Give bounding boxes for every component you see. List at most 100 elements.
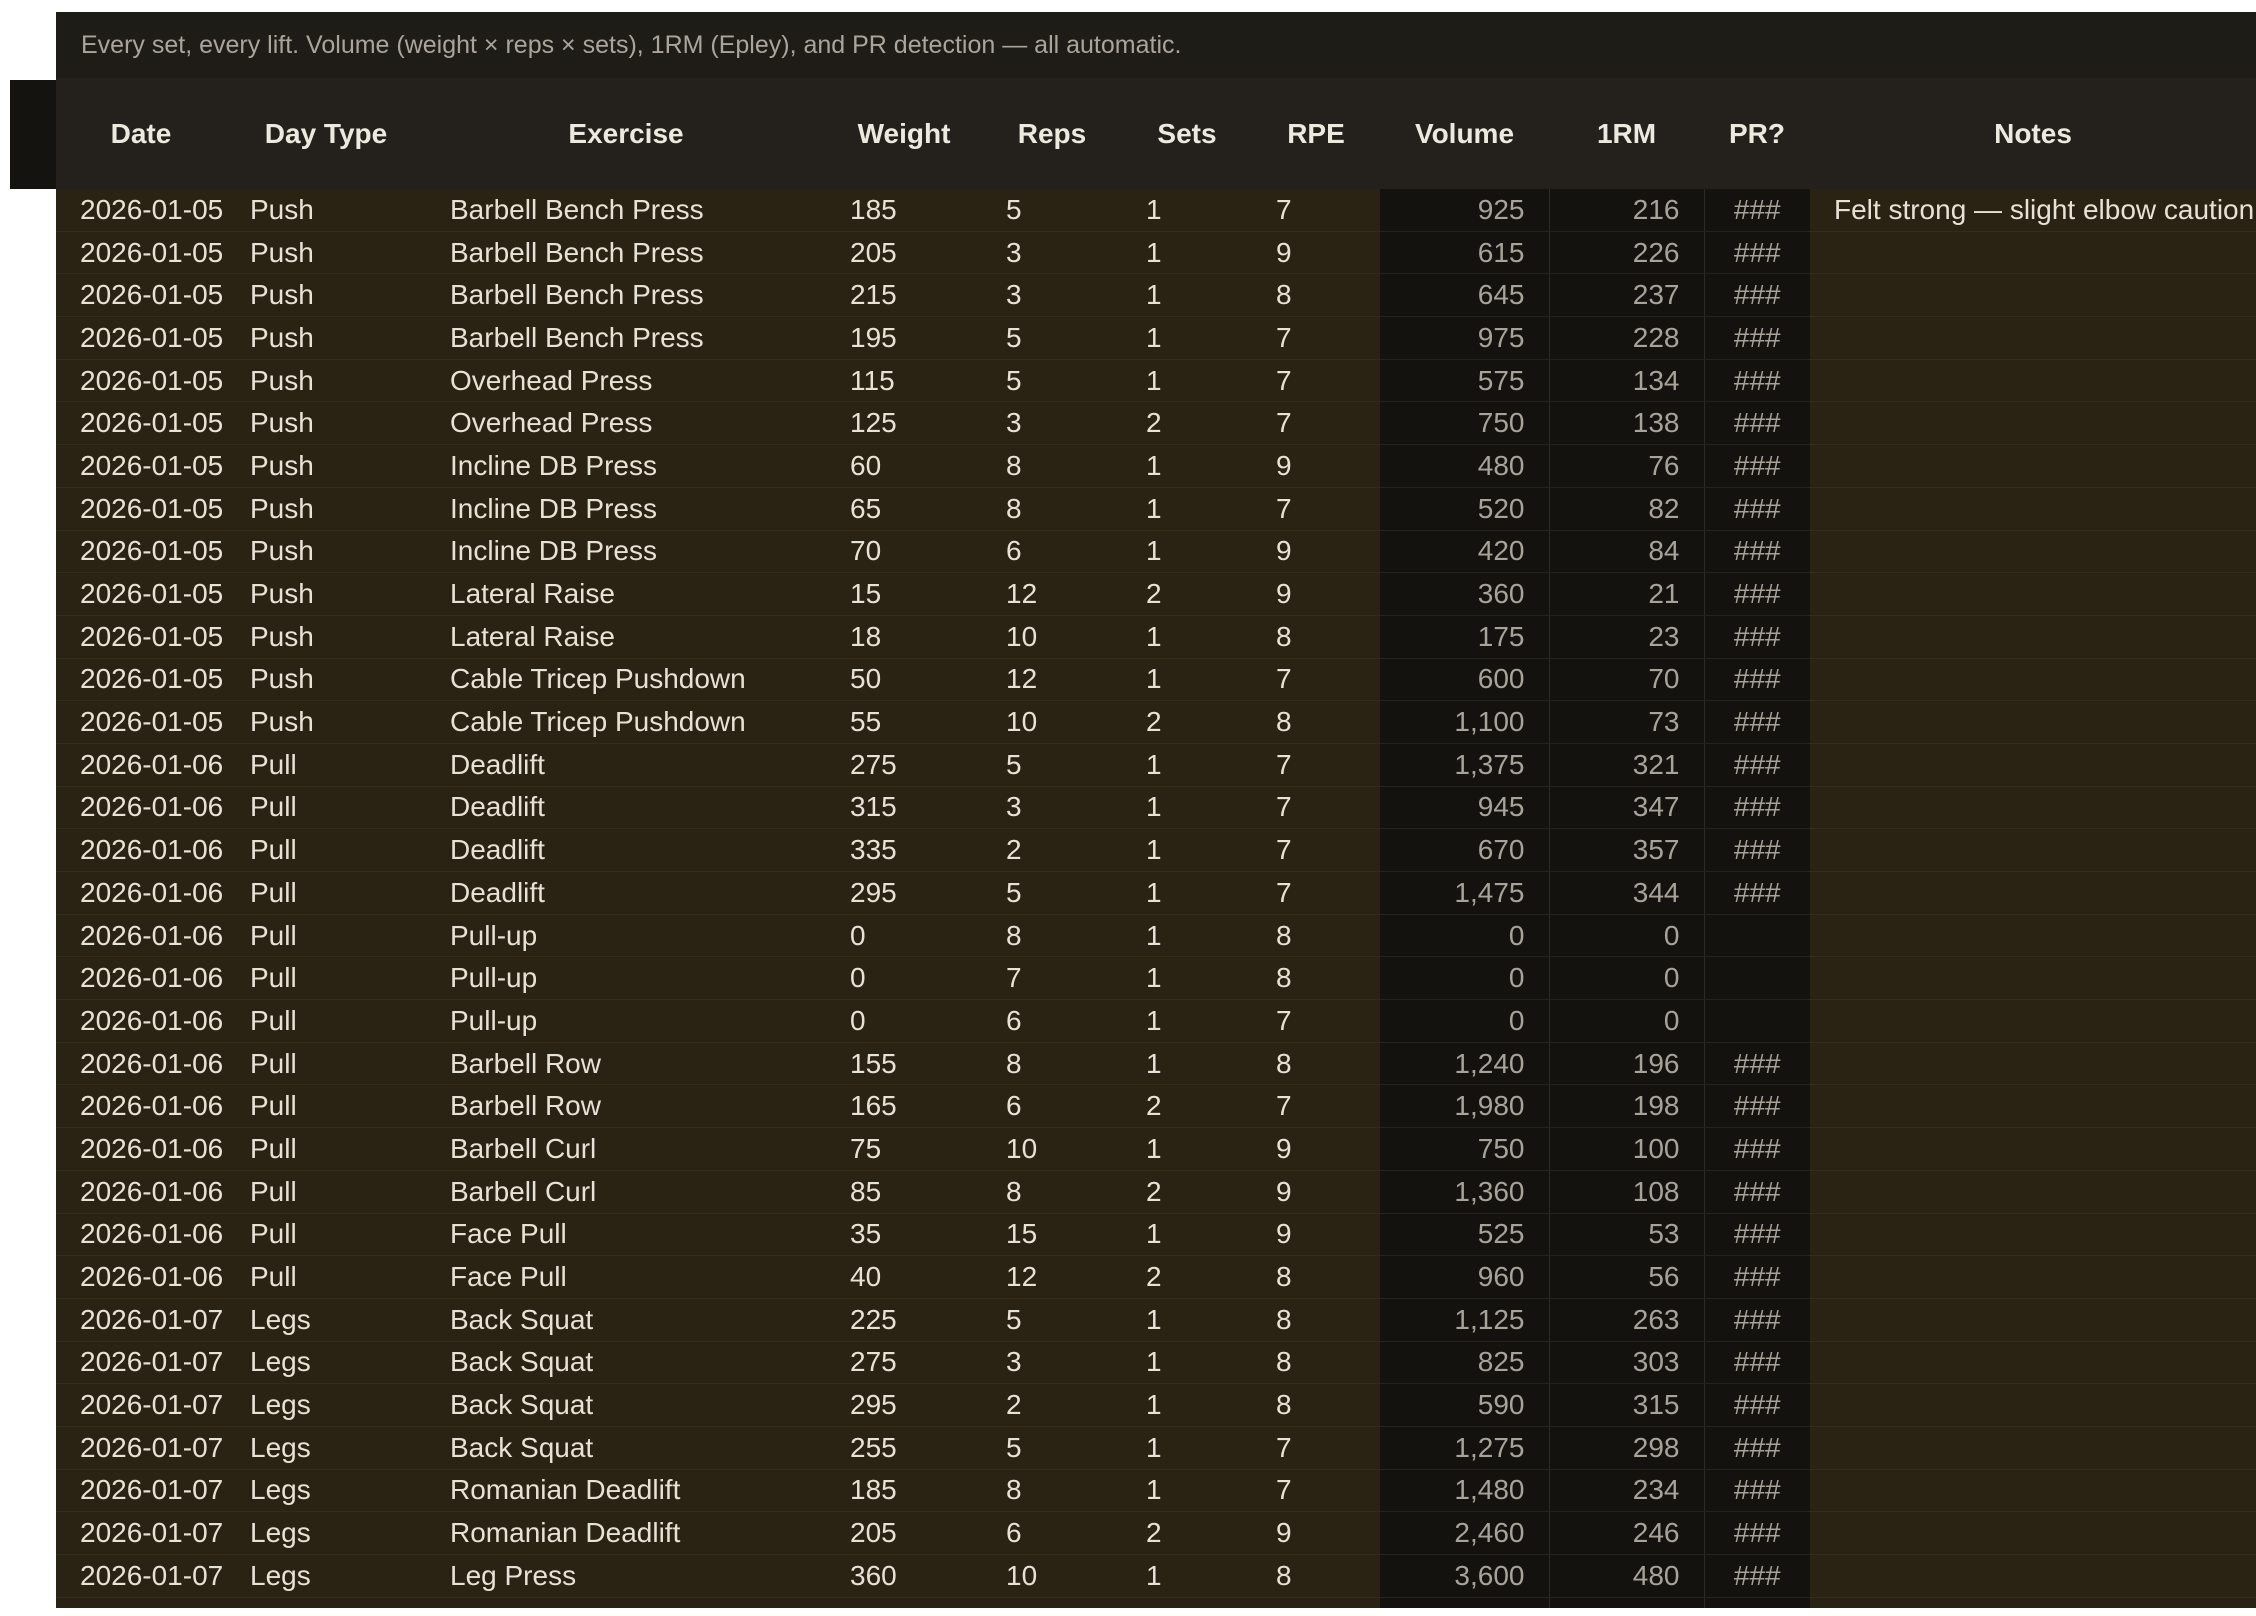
notes-cell[interactable] <box>1810 1255 2256 1299</box>
rpe-cell[interactable]: 9 <box>1252 231 1380 275</box>
day-type-cell[interactable]: Push <box>226 401 426 446</box>
sets-cell[interactable]: 2 <box>1122 1597 1252 1608</box>
reps-cell[interactable]: 5 <box>982 1426 1122 1470</box>
rpe-cell[interactable]: 8 <box>1252 1597 1380 1608</box>
notes-cell[interactable] <box>1810 1213 2256 1257</box>
rpe-cell[interactable]: 8 <box>1252 1341 1380 1385</box>
rpe-cell[interactable]: 8 <box>1252 1554 1380 1598</box>
reps-cell[interactable]: 3 <box>982 786 1122 830</box>
sets-cell[interactable]: 1 <box>1122 1554 1252 1598</box>
rpe-cell[interactable]: 9 <box>1252 444 1380 488</box>
one-rm-cell[interactable]: 216 <box>1549 189 1705 232</box>
rpe-cell[interactable]: 7 <box>1252 786 1380 830</box>
weight-cell[interactable]: 215 <box>826 273 982 318</box>
volume-cell[interactable]: 975 <box>1380 316 1550 360</box>
exercise-cell[interactable]: Deadlift <box>426 871 826 915</box>
one-rm-cell[interactable]: 84 <box>1549 530 1705 574</box>
exercise-cell[interactable]: Deadlift <box>426 743 826 787</box>
exercise-cell[interactable]: Leg Press <box>426 1597 826 1608</box>
date-cell[interactable]: 2026-01-05 <box>56 231 226 275</box>
one-rm-cell[interactable]: 357 <box>1549 828 1705 872</box>
one-rm-cell[interactable]: 138 <box>1549 401 1705 446</box>
rpe-cell[interactable]: 7 <box>1252 999 1380 1043</box>
notes-cell[interactable] <box>1810 1298 2256 1342</box>
rpe-cell[interactable]: 7 <box>1252 658 1380 702</box>
rpe-cell[interactable]: 8 <box>1252 1042 1380 1086</box>
notes-cell[interactable] <box>1810 956 2256 1001</box>
rpe-cell[interactable]: 8 <box>1252 615 1380 659</box>
notes-cell[interactable] <box>1810 615 2256 659</box>
sets-cell[interactable]: 1 <box>1122 1469 1252 1513</box>
day-type-cell[interactable]: Pull <box>226 743 426 787</box>
sets-cell[interactable]: 2 <box>1122 1511 1252 1555</box>
pr-cell[interactable]: ### <box>1704 231 1810 275</box>
day-type-cell[interactable]: Push <box>226 359 426 403</box>
sets-cell[interactable]: 1 <box>1122 273 1252 318</box>
pr-cell[interactable]: ### <box>1704 1554 1810 1598</box>
exercise-cell[interactable]: Incline DB Press <box>426 530 826 574</box>
reps-cell[interactable]: 12 <box>982 572 1122 616</box>
one-rm-cell[interactable]: 21 <box>1549 572 1705 616</box>
notes-cell[interactable] <box>1810 871 2256 915</box>
one-rm-cell[interactable]: 263 <box>1549 1298 1705 1342</box>
volume-cell[interactable]: 600 <box>1380 658 1550 702</box>
date-cell[interactable]: 2026-01-05 <box>56 359 226 403</box>
one-rm-cell[interactable]: 228 <box>1549 316 1705 360</box>
weight-cell[interactable]: 275 <box>826 743 982 787</box>
rpe-cell[interactable]: 9 <box>1252 572 1380 616</box>
volume-cell[interactable]: 960 <box>1380 1255 1550 1299</box>
pr-cell[interactable]: ### <box>1704 444 1810 488</box>
reps-cell[interactable]: 2 <box>982 828 1122 872</box>
one-rm-cell[interactable]: 234 <box>1549 1469 1705 1513</box>
sets-cell[interactable]: 1 <box>1122 1042 1252 1086</box>
volume-cell[interactable]: 1,475 <box>1380 871 1550 915</box>
reps-cell[interactable]: 12 <box>982 1255 1122 1299</box>
date-cell[interactable]: 2026-01-05 <box>56 572 226 616</box>
pr-cell[interactable]: ### <box>1704 1084 1810 1129</box>
one-rm-cell[interactable]: 298 <box>1549 1426 1705 1470</box>
volume-cell[interactable]: 750 <box>1380 1127 1550 1171</box>
column-header-day-type[interactable]: Day Type <box>226 78 426 189</box>
day-type-cell[interactable]: Pull <box>226 1255 426 1299</box>
pr-cell[interactable]: ### <box>1704 743 1810 787</box>
weight-cell[interactable]: 195 <box>826 316 982 360</box>
sets-cell[interactable]: 1 <box>1122 530 1252 574</box>
one-rm-cell[interactable]: 480 <box>1549 1554 1705 1598</box>
column-header-weight[interactable]: Weight <box>826 78 982 189</box>
sets-cell[interactable]: 2 <box>1122 572 1252 616</box>
date-cell[interactable]: 2026-01-07 <box>56 1426 226 1470</box>
pr-cell[interactable]: ### <box>1704 1213 1810 1257</box>
volume-cell[interactable]: 2,460 <box>1380 1511 1550 1555</box>
pr-cell[interactable]: ### <box>1704 530 1810 574</box>
exercise-cell[interactable]: Cable Tricep Pushdown <box>426 700 826 744</box>
notes-cell[interactable] <box>1810 999 2256 1043</box>
exercise-cell[interactable]: Romanian Deadlift <box>426 1469 826 1513</box>
day-type-cell[interactable]: Legs <box>226 1469 426 1513</box>
one-rm-cell[interactable]: 82 <box>1549 487 1705 531</box>
date-cell[interactable]: 2026-01-06 <box>56 1255 226 1299</box>
sets-cell[interactable]: 2 <box>1122 401 1252 446</box>
sets-cell[interactable]: 1 <box>1122 743 1252 787</box>
pr-cell[interactable]: ### <box>1704 487 1810 531</box>
day-type-cell[interactable]: Pull <box>226 999 426 1043</box>
pr-cell[interactable]: ### <box>1704 1298 1810 1342</box>
exercise-cell[interactable]: Barbell Row <box>426 1042 826 1086</box>
sets-cell[interactable]: 1 <box>1122 1341 1252 1385</box>
sets-cell[interactable]: 1 <box>1122 1213 1252 1257</box>
exercise-cell[interactable]: Romanian Deadlift <box>426 1511 826 1555</box>
sets-cell[interactable]: 1 <box>1122 316 1252 360</box>
date-cell[interactable]: 2026-01-06 <box>56 828 226 872</box>
day-type-cell[interactable]: Pull <box>226 956 426 1001</box>
sets-cell[interactable]: 2 <box>1122 700 1252 744</box>
weight-cell[interactable]: 35 <box>826 1213 982 1257</box>
exercise-cell[interactable]: Pull-up <box>426 999 826 1043</box>
day-type-cell[interactable]: Pull <box>226 1127 426 1171</box>
reps-cell[interactable]: 8 <box>982 1170 1122 1214</box>
notes-cell[interactable] <box>1810 743 2256 787</box>
date-cell[interactable]: 2026-01-06 <box>56 1084 226 1129</box>
day-type-cell[interactable]: Pull <box>226 1170 426 1214</box>
volume-cell[interactable]: 360 <box>1380 572 1550 616</box>
notes-cell[interactable] <box>1810 1383 2256 1427</box>
one-rm-cell[interactable]: 344 <box>1549 871 1705 915</box>
pr-cell[interactable] <box>1704 914 1810 958</box>
